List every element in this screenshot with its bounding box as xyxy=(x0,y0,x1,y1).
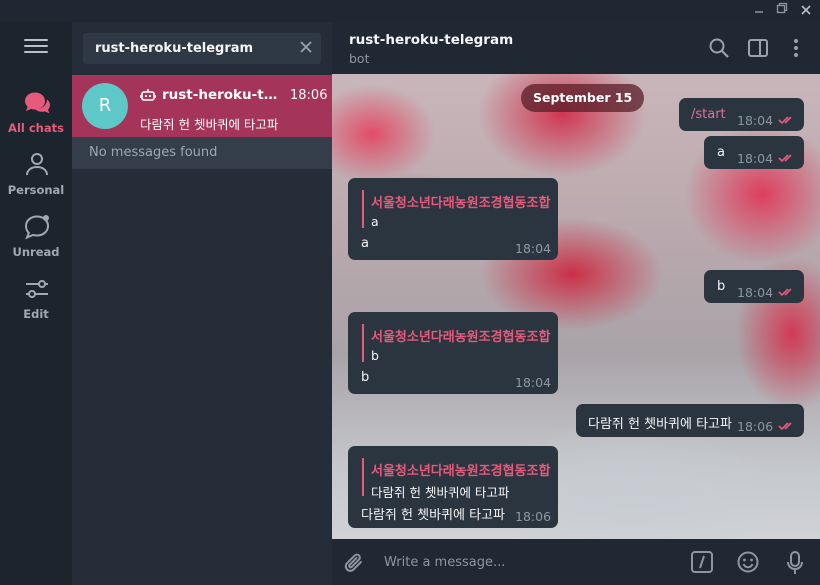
more-options-icon[interactable] xyxy=(785,37,807,59)
message-outgoing[interactable]: 다람쥐 헌 쳇바퀴에 타고파 18:06 xyxy=(576,404,804,437)
date-separator: September 15 xyxy=(521,84,645,112)
menu-icon[interactable] xyxy=(24,39,48,57)
reply-bar xyxy=(362,458,364,496)
bot-commands-icon[interactable] xyxy=(691,551,713,573)
bot-icon xyxy=(140,89,156,101)
message-text: b xyxy=(717,279,726,294)
folder-label: Unread xyxy=(12,245,60,259)
message-text: b xyxy=(361,370,370,385)
reply-text: 다람쥐 헌 쳇바퀴에 타고파 xyxy=(371,485,510,500)
chat-list-panel: R rust-heroku-telegram 18:06 다람쥐 헌 쳇바퀴에 … xyxy=(72,22,332,585)
message-composer xyxy=(332,539,820,585)
reply-author[interactable]: 서울청소년다래농원조경협동조합 xyxy=(371,460,550,479)
message-input[interactable] xyxy=(384,549,684,575)
read-checks-icon xyxy=(778,116,792,125)
minimize-icon[interactable] xyxy=(750,2,768,20)
message-incoming[interactable]: 서울청소년다래농원조경협동조합 a a 18:04 xyxy=(348,178,558,260)
dialog-item[interactable]: R rust-heroku-telegram 18:06 다람쥐 헌 쳇바퀴에 … xyxy=(72,75,332,137)
message-text[interactable]: /start xyxy=(691,107,726,122)
message-time: 18:06 xyxy=(737,419,774,434)
folder-personal[interactable]: Personal xyxy=(0,146,72,204)
message-time: 18:04 xyxy=(737,113,774,128)
folder-all-chats[interactable]: All chats xyxy=(0,84,72,142)
clear-search-icon[interactable] xyxy=(296,39,316,59)
message-time: 18:04 xyxy=(737,285,774,300)
message-time: 18:04 xyxy=(737,151,774,166)
folder-unread[interactable]: Unread xyxy=(0,208,72,266)
chats-icon xyxy=(25,92,50,114)
message-text: 다람쥐 헌 쳇바퀴에 타고파 xyxy=(588,417,732,432)
message-outgoing[interactable]: b 18:04 xyxy=(704,270,804,303)
read-checks-icon xyxy=(778,288,792,297)
message-text: 다람쥐 헌 쳇바퀴에 타고파 xyxy=(361,508,505,523)
peer-status: bot xyxy=(349,51,370,66)
folder-label: Edit xyxy=(23,307,49,321)
attach-icon[interactable] xyxy=(342,551,366,575)
chat-bubble-icon xyxy=(24,215,50,240)
peer-name[interactable]: rust-heroku-telegram xyxy=(349,32,513,48)
message-outgoing[interactable]: /start 18:04 xyxy=(679,98,804,131)
chat-header: rust-heroku-telegram bot xyxy=(332,22,820,74)
search-icon[interactable] xyxy=(708,37,730,59)
microphone-icon[interactable] xyxy=(786,551,804,575)
window-titlebar xyxy=(0,0,820,22)
search-input[interactable] xyxy=(83,33,293,64)
reply-author[interactable]: 서울청소년다래농원조경협동조합 xyxy=(371,326,550,345)
sidebar-toggle-icon[interactable] xyxy=(747,37,769,59)
message-text: a xyxy=(717,145,725,160)
folder-label: All chats xyxy=(8,121,64,135)
reply-author[interactable]: 서울청소년다래농원조경협동조합 xyxy=(371,192,550,211)
no-messages-row: No messages found xyxy=(72,137,332,169)
person-icon xyxy=(26,153,48,176)
folders-rail: All chats Personal Unread Edit xyxy=(0,22,72,585)
dialog-time: 18:06 xyxy=(290,88,328,103)
no-messages-label: No messages found xyxy=(89,145,218,160)
reply-text: b xyxy=(371,348,379,363)
message-text: a xyxy=(361,236,369,251)
reply-text: a xyxy=(371,214,379,229)
sliders-icon xyxy=(26,280,48,298)
reply-bar xyxy=(362,324,364,362)
read-checks-icon xyxy=(778,422,792,431)
folder-edit[interactable]: Edit xyxy=(0,270,72,328)
close-icon[interactable] xyxy=(797,2,815,20)
dialog-preview: 다람쥐 헌 쳇바퀴에 타고파 xyxy=(140,117,279,132)
message-outgoing[interactable]: a 18:04 xyxy=(704,136,804,169)
message-time: 18:04 xyxy=(515,241,552,256)
message-incoming[interactable]: 서울청소년다래농원조경협동조합 b b 18:04 xyxy=(348,312,558,394)
chat-history[interactable]: September 15 /start 18:04 a 18:04 서울청소년다… xyxy=(332,74,820,539)
message-incoming[interactable]: 서울청소년다래농원조경협동조합 다람쥐 헌 쳇바퀴에 타고파 다람쥐 헌 쳇바퀴… xyxy=(348,446,558,528)
read-checks-icon xyxy=(778,154,792,163)
reply-bar xyxy=(362,190,364,228)
dialog-name: rust-heroku-telegram xyxy=(162,87,286,103)
search-box xyxy=(83,33,321,64)
folder-label: Personal xyxy=(7,183,65,197)
emoji-icon[interactable] xyxy=(737,551,759,573)
message-time: 18:04 xyxy=(515,375,552,390)
avatar: R xyxy=(82,83,128,129)
message-time: 18:06 xyxy=(515,509,552,524)
maximize-icon[interactable] xyxy=(773,2,791,20)
